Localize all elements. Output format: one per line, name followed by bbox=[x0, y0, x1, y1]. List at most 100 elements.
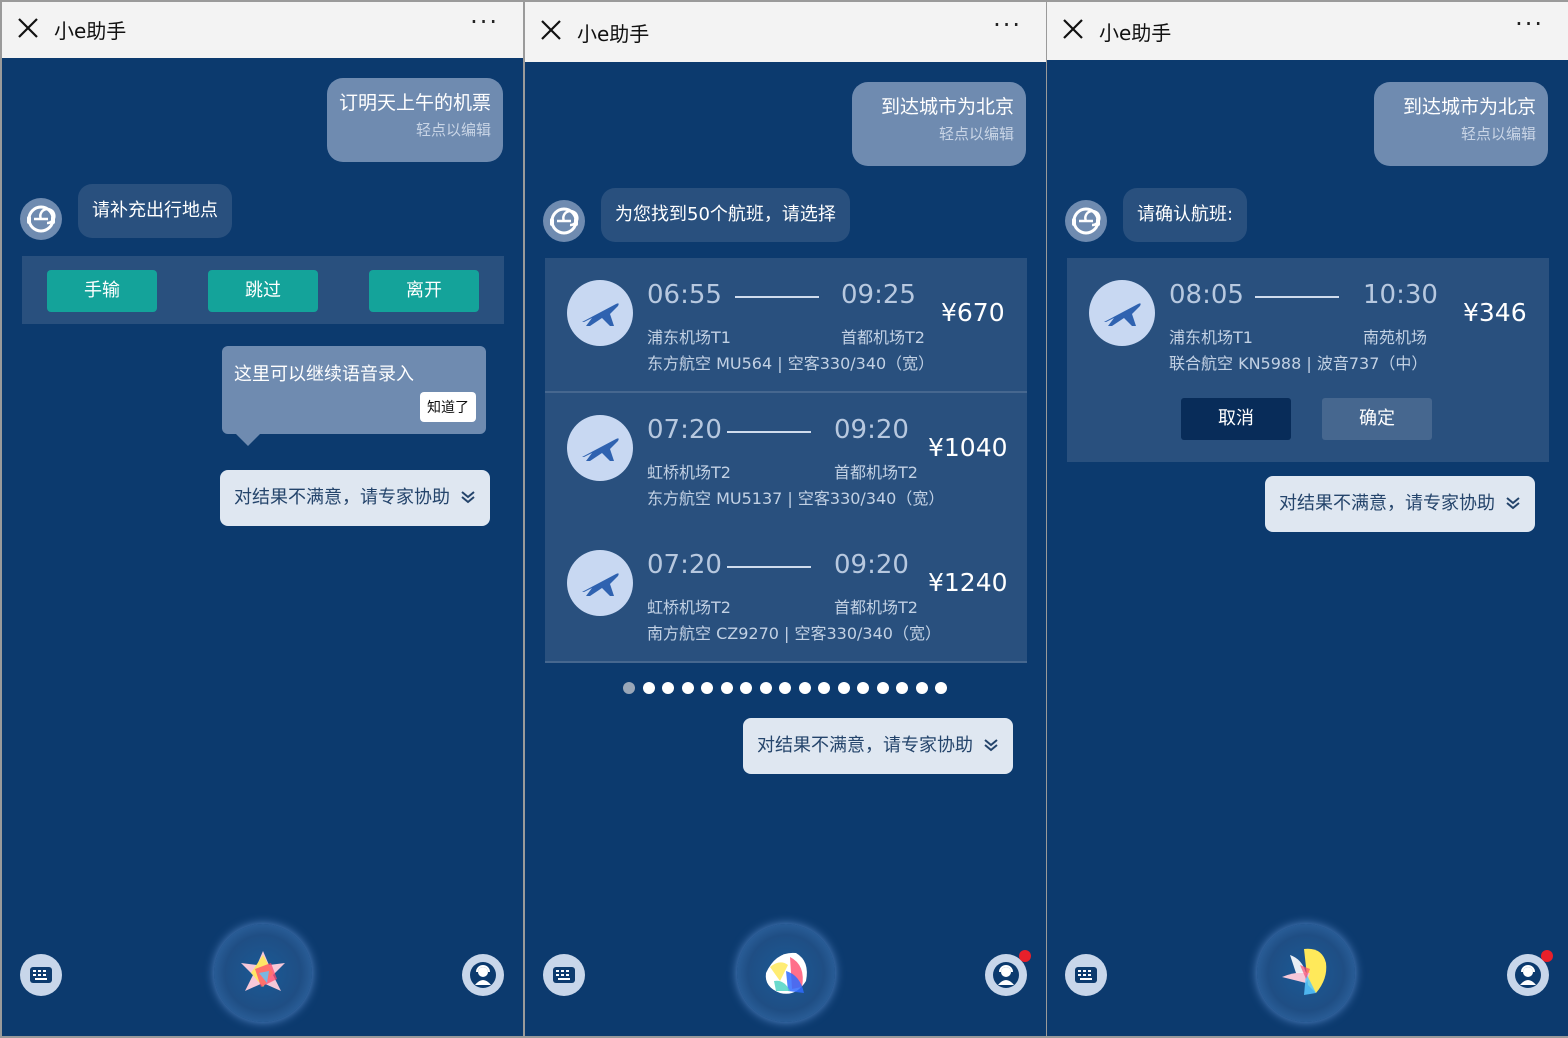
page-title: 小e助手 bbox=[577, 22, 650, 46]
customer-service-icon bbox=[1515, 962, 1541, 988]
flight-card[interactable]: 07:20 09:20 ¥1040 虹桥机场T2 首都机场T2 东方航空 MU5… bbox=[545, 393, 1027, 528]
more-icon[interactable]: ··· bbox=[1515, 10, 1544, 38]
user-message[interactable]: 到达城市为北京 轻点以编辑 bbox=[1374, 82, 1548, 166]
pagination-dot[interactable] bbox=[857, 682, 869, 694]
flight-card[interactable]: 07:20 09:20 ¥1240 虹桥机场T2 首都机场T2 南方航空 CZ9… bbox=[545, 528, 1027, 663]
expert-help-label: 对结果不满意，请专家协助 bbox=[1279, 493, 1495, 514]
tip-dismiss-button[interactable]: 知道了 bbox=[420, 392, 476, 422]
keyboard-icon bbox=[553, 967, 575, 983]
departure-time: 08:05 bbox=[1169, 280, 1244, 310]
departure-time: 07:20 bbox=[647, 415, 722, 445]
arrival-airport: 首都机场T2 bbox=[834, 463, 918, 482]
keyboard-button[interactable] bbox=[543, 954, 585, 996]
customer-service-button[interactable] bbox=[1507, 950, 1553, 996]
cancel-button[interactable]: 取消 bbox=[1181, 398, 1291, 440]
voice-button[interactable] bbox=[737, 924, 835, 1022]
route-line bbox=[727, 566, 811, 568]
price: ¥1240 bbox=[928, 568, 1008, 597]
keyboard-button[interactable] bbox=[1065, 954, 1107, 996]
expert-help-label: 对结果不满意，请专家协助 bbox=[757, 735, 973, 756]
assistant-avatar-icon bbox=[20, 198, 62, 240]
user-message[interactable]: 订明天上午的机票 轻点以编辑 bbox=[327, 78, 503, 162]
divider bbox=[545, 661, 1027, 663]
keyboard-button[interactable] bbox=[20, 954, 62, 996]
flight-card[interactable]: 06:55 09:25 ¥670 浦东机场T1 首都机场T2 东方航空 MU56… bbox=[545, 258, 1027, 393]
skip-button[interactable]: 跳过 bbox=[208, 270, 318, 312]
bot-message: 请补充出行地点 bbox=[78, 184, 232, 238]
pagination-dot[interactable] bbox=[759, 682, 772, 694]
arrival-time: 09:20 bbox=[834, 550, 909, 580]
leave-button[interactable]: 离开 bbox=[369, 270, 479, 312]
header: 小e助手 ··· bbox=[2, 2, 523, 58]
pagination-dot[interactable] bbox=[896, 682, 908, 694]
tip-text: 这里可以继续语音录入 bbox=[234, 364, 414, 385]
pagination-dot[interactable] bbox=[701, 682, 713, 694]
pagination-dot[interactable] bbox=[623, 682, 635, 694]
arrival-airport: 首都机场T2 bbox=[841, 328, 925, 347]
customer-service-icon bbox=[993, 962, 1019, 988]
arrival-time: 09:25 bbox=[841, 280, 916, 310]
flight-info: 联合航空 KN5988 | 波音737（中） bbox=[1169, 354, 1428, 373]
price: ¥1040 bbox=[928, 433, 1008, 462]
pagination-dot[interactable] bbox=[935, 682, 947, 694]
flight-info: 东方航空 MU5137 | 空客330/340（宽） bbox=[647, 489, 945, 508]
arrival-airport: 南苑机场 bbox=[1363, 328, 1428, 347]
assistant-avatar-icon bbox=[543, 200, 585, 242]
screen-confirm-flight: 小e助手 ··· 到达城市为北京 轻点以编辑 请确认航班: 08:05 10:3… bbox=[1047, 2, 1568, 1036]
flight-info: 南方航空 CZ9270 | 空客330/340（宽） bbox=[647, 624, 941, 643]
user-message-text: 到达城市为北京 bbox=[880, 96, 1014, 118]
voice-button[interactable] bbox=[1257, 924, 1355, 1022]
more-icon[interactable]: ··· bbox=[993, 11, 1022, 39]
expert-help-button[interactable]: 对结果不满意，请专家协助 bbox=[1265, 476, 1535, 532]
tip-arrow bbox=[236, 434, 260, 446]
notification-dot bbox=[1019, 950, 1031, 962]
edit-hint: 轻点以编辑 bbox=[1460, 125, 1536, 143]
flight-info: 东方航空 MU564 | 空客330/340（宽） bbox=[647, 354, 935, 373]
pagination-dot[interactable] bbox=[837, 682, 850, 694]
pagination-dot[interactable] bbox=[720, 682, 733, 694]
user-message-text: 订明天上午的机票 bbox=[339, 92, 492, 114]
assistant-avatar-icon bbox=[1065, 200, 1107, 242]
close-icon[interactable] bbox=[539, 18, 563, 42]
arrival-airport: 首都机场T2 bbox=[834, 598, 918, 617]
pagination-dot[interactable] bbox=[642, 682, 655, 694]
pagination-dot[interactable] bbox=[779, 682, 791, 694]
departure-airport: 虹桥机场T2 bbox=[647, 598, 731, 617]
voice-orb-icon bbox=[1282, 948, 1327, 995]
voice-button[interactable] bbox=[214, 924, 312, 1022]
pagination-dot[interactable] bbox=[915, 682, 928, 694]
notification-dot bbox=[1541, 950, 1553, 962]
header: 小e助手 ··· bbox=[1047, 2, 1568, 60]
pagination-dot[interactable] bbox=[662, 682, 674, 694]
user-message[interactable]: 到达城市为北京 轻点以编辑 bbox=[852, 82, 1026, 166]
arrival-time: 09:20 bbox=[834, 415, 909, 445]
pagination-dot[interactable] bbox=[681, 682, 694, 694]
customer-service-icon bbox=[470, 962, 496, 988]
pagination-dot[interactable] bbox=[798, 682, 811, 694]
voice-tip: 这里可以继续语音录入 知道了 bbox=[222, 346, 486, 446]
expert-help-button[interactable]: 对结果不满意，请专家协助 bbox=[743, 718, 1013, 774]
manual-input-button[interactable]: 手输 bbox=[47, 270, 157, 312]
edit-hint: 轻点以编辑 bbox=[938, 125, 1014, 143]
chevron-double-down-icon bbox=[1506, 497, 1520, 510]
confirm-button[interactable]: 确定 bbox=[1322, 398, 1432, 440]
airplane-icon bbox=[1089, 280, 1155, 346]
departure-airport: 虹桥机场T2 bbox=[647, 463, 731, 482]
close-icon[interactable] bbox=[1061, 17, 1085, 41]
airplane-icon bbox=[567, 550, 633, 616]
more-icon[interactable]: ··· bbox=[470, 8, 499, 36]
pagination-dot[interactable] bbox=[740, 682, 752, 694]
arrival-time: 10:30 bbox=[1363, 280, 1438, 310]
chevron-double-down-icon bbox=[984, 739, 998, 752]
quick-actions: 手输 跳过 离开 bbox=[22, 256, 504, 324]
close-icon[interactable] bbox=[16, 16, 40, 40]
edit-hint: 轻点以编辑 bbox=[415, 121, 491, 139]
route-line bbox=[1255, 296, 1339, 298]
page-title: 小e助手 bbox=[1099, 21, 1172, 45]
customer-service-button[interactable] bbox=[985, 950, 1031, 996]
expert-help-button[interactable]: 对结果不满意，请专家协助 bbox=[220, 470, 490, 526]
customer-service-button[interactable] bbox=[462, 954, 504, 996]
departure-airport: 浦东机场T1 bbox=[1169, 328, 1253, 347]
pagination-dot[interactable] bbox=[818, 682, 830, 694]
pagination-dot[interactable] bbox=[876, 682, 889, 694]
